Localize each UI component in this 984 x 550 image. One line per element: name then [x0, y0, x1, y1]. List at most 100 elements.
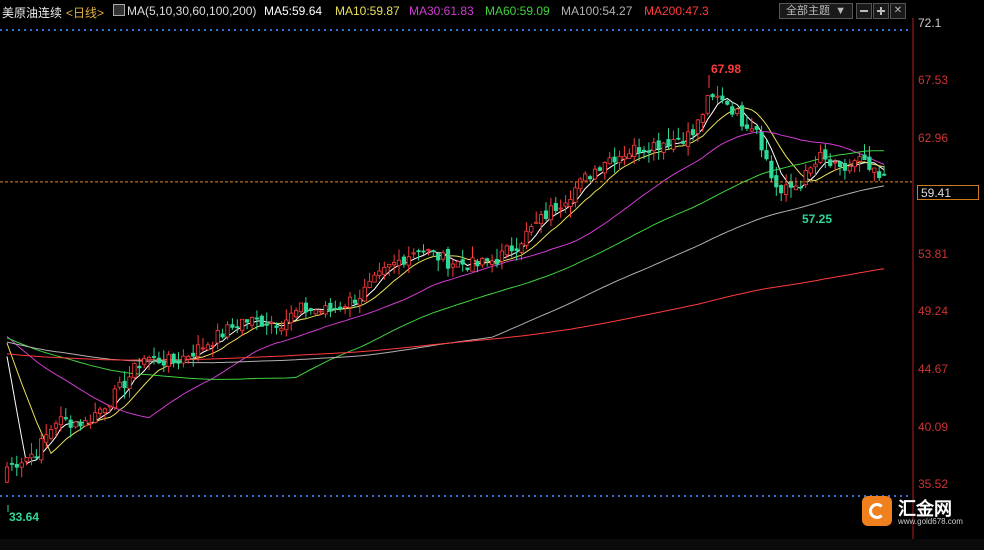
candle-body — [132, 363, 137, 378]
ma60-label: MA60:59.09 — [485, 4, 550, 18]
candle-body — [460, 259, 465, 265]
candle-body — [455, 261, 460, 268]
candle-body — [220, 333, 225, 338]
candle-body — [686, 131, 691, 147]
candle-body — [352, 299, 358, 304]
candle-body — [607, 157, 612, 165]
candle-body — [156, 357, 161, 364]
candle-body — [426, 249, 431, 252]
candle-body — [249, 317, 255, 326]
candle-body — [49, 428, 54, 439]
candle-body — [367, 280, 372, 288]
candle-body — [58, 416, 64, 426]
candle-body — [230, 324, 235, 328]
candle-body — [622, 155, 627, 160]
period-label[interactable]: <日线> — [66, 4, 104, 21]
candle-body — [333, 307, 338, 310]
candle-body — [421, 250, 426, 253]
zoom-out-button[interactable] — [856, 3, 872, 19]
candle-body — [161, 360, 166, 366]
candle-body — [225, 324, 230, 338]
candle-body — [828, 159, 833, 167]
ma-line — [6, 131, 885, 419]
ma-params-label[interactable]: MA(5,10,30,60,100,200) — [127, 4, 256, 18]
candle-body — [852, 160, 857, 168]
candle-body — [837, 161, 843, 168]
ma-settings-icon[interactable] — [113, 4, 125, 16]
candle-body — [259, 315, 264, 327]
candle-body — [240, 318, 245, 331]
y-tick-label: 67.53 — [918, 73, 949, 87]
candle-body — [485, 258, 490, 262]
candle-body — [725, 100, 730, 105]
candle-body — [122, 380, 127, 389]
candle-body — [411, 252, 416, 255]
candle-body — [391, 262, 397, 266]
candle-body — [867, 156, 872, 170]
theme-select-label: 全部主题 — [786, 5, 831, 17]
candle-body — [592, 168, 598, 180]
minus-icon — [860, 10, 868, 12]
candle-body — [328, 302, 333, 312]
candle-body — [342, 306, 348, 309]
bottom-status-bar — [0, 539, 984, 550]
logo-icon — [862, 496, 892, 526]
candle-body — [774, 175, 779, 188]
candle-body — [617, 155, 622, 164]
candle-body — [583, 173, 588, 182]
candle-body — [504, 245, 509, 256]
candle-body — [798, 186, 803, 189]
candle-body — [401, 256, 407, 265]
candle-body — [98, 408, 103, 414]
candle-body — [710, 94, 715, 98]
candle-body — [632, 144, 637, 158]
candle-body — [195, 344, 201, 357]
candle-body — [627, 153, 632, 159]
candle-body — [534, 221, 539, 224]
candle-body — [833, 161, 838, 164]
candle-body — [602, 162, 607, 174]
close-icon: ✕ — [893, 5, 903, 16]
candle-body — [818, 152, 823, 163]
theme-select[interactable]: 全部主题 ▼ — [779, 3, 853, 19]
candle-body — [117, 381, 122, 388]
candle-body — [769, 160, 774, 179]
candle-body — [171, 353, 176, 364]
candle-body — [78, 421, 83, 427]
candle-body — [44, 434, 49, 443]
candle-body — [431, 250, 436, 252]
zoom-in-button[interactable] — [873, 3, 889, 19]
candle-body — [396, 259, 402, 266]
candle-body — [877, 171, 882, 179]
candle-body — [553, 203, 558, 211]
candle-body — [88, 422, 93, 425]
candle-body — [784, 184, 789, 195]
candle-body — [641, 149, 647, 152]
ma100-label: MA100:54.27 — [561, 4, 633, 18]
instrument-name[interactable]: 美原油连续 — [2, 4, 62, 21]
y-tick-label: 35.52 — [918, 477, 949, 491]
candle-body — [475, 261, 480, 267]
candle-body — [63, 417, 68, 420]
candle-body — [181, 355, 186, 364]
close-button[interactable]: ✕ — [890, 3, 906, 19]
candle-body — [793, 185, 799, 191]
candle-body — [303, 302, 309, 313]
candle-body — [284, 319, 289, 331]
candle-body — [289, 312, 294, 324]
candle-body — [200, 347, 206, 350]
candle-body — [440, 252, 446, 260]
candle-body — [543, 210, 549, 219]
candle-body — [318, 310, 323, 313]
price-annotation: 57.25 — [802, 212, 832, 226]
candle-body — [514, 248, 519, 251]
candle-body — [372, 274, 377, 283]
plus-icon-vertical — [880, 7, 882, 15]
candle-body — [382, 266, 387, 276]
candle-body — [842, 163, 848, 171]
candle-body — [705, 95, 710, 114]
candle-body — [269, 321, 274, 324]
candle-body — [573, 187, 578, 203]
candle-body — [529, 226, 534, 233]
moving-average-lines — [6, 97, 885, 465]
